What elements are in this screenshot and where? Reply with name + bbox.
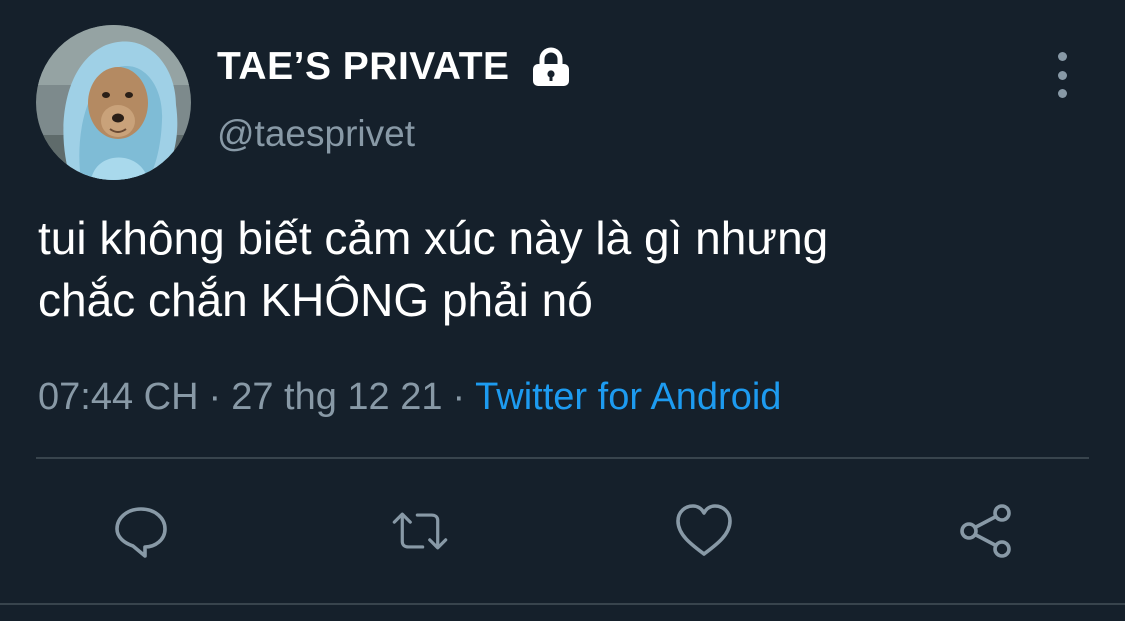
meta-separator: ·: [452, 376, 466, 418]
more-dot: [1057, 70, 1067, 80]
tweet-card: TAE’S PRIVATE @taesprivet tui không biết…: [0, 0, 1125, 621]
user-handle[interactable]: @taesprivet: [217, 112, 415, 156]
display-name[interactable]: TAE’S PRIVATE: [217, 44, 572, 90]
divider: [36, 457, 1089, 459]
reply-icon: [115, 507, 167, 558]
display-name-text: TAE’S PRIVATE: [217, 45, 510, 88]
heart-icon: [676, 504, 732, 556]
retweet-button[interactable]: [389, 500, 451, 562]
tweet-text-line: tui không biết cảm xúc này là gì nhưng: [38, 212, 829, 264]
divider: [0, 603, 1125, 605]
tweet-meta: 07:44 CH · 27 thg 12 21 · Twitter for Androi…: [38, 374, 781, 420]
avatar[interactable]: [36, 25, 191, 180]
more-dot: [1057, 89, 1067, 98]
like-button[interactable]: [673, 500, 735, 562]
share-button[interactable]: [955, 500, 1017, 562]
tweet-text-line: chắc chắn KHÔNG phải nó: [38, 274, 593, 326]
tweet-time[interactable]: 07:44 CH: [38, 376, 199, 418]
action-bar: [0, 500, 1125, 562]
share-icon: [960, 504, 1011, 558]
more-vertical-icon: [1057, 52, 1067, 61]
avatar-image: [36, 25, 191, 180]
more-options-button[interactable]: [1045, 52, 1079, 98]
meta-separator: ·: [208, 376, 222, 418]
retweet-icon: [392, 512, 448, 550]
reply-button[interactable]: [110, 500, 172, 562]
lock-icon: [530, 46, 572, 88]
tweet-text: tui không biết cảm xúc này là gì nhưng c…: [38, 207, 1088, 331]
tweet-source-link[interactable]: Twitter for Android: [475, 376, 781, 418]
tweet-date[interactable]: 27 thg 12 21: [231, 376, 442, 418]
